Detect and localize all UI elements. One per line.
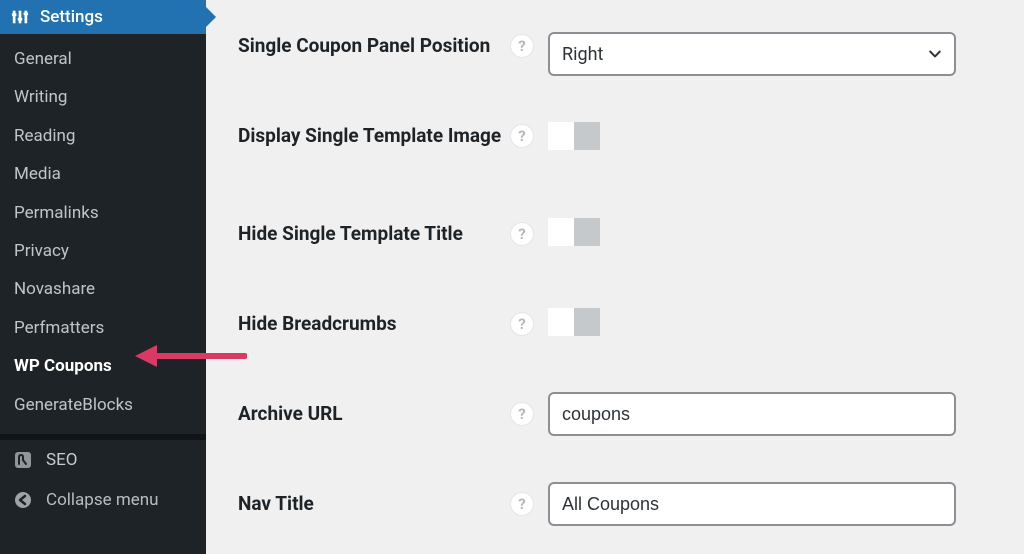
select-value: Right	[562, 44, 603, 65]
single-image-toggle[interactable]	[548, 122, 600, 150]
setting-label: Archive URL	[238, 402, 510, 426]
chevron-down-icon	[926, 45, 944, 63]
sidebar-submenu: General Writing Reading Media Permalinks…	[0, 34, 206, 434]
sidebar-header-label: Settings	[40, 7, 103, 27]
setting-label: Hide Single Template Title	[238, 222, 510, 246]
settings-icon	[10, 7, 30, 27]
sidebar-item-privacy[interactable]: Privacy	[0, 232, 206, 270]
sidebar-item-permalinks[interactable]: Permalinks	[0, 194, 206, 232]
collapse-menu-label: Collapse menu	[46, 490, 159, 510]
sidebar-item-reading[interactable]: Reading	[0, 117, 206, 155]
archive-url-input[interactable]	[548, 392, 956, 436]
help-icon[interactable]: ?	[510, 124, 534, 148]
sidebar-item-writing[interactable]: Writing	[0, 78, 206, 116]
seo-icon	[12, 449, 34, 471]
setting-label: Nav Title	[238, 492, 510, 516]
nav-title-input[interactable]	[548, 482, 956, 526]
sidebar-item-wp-coupons[interactable]: WP Coupons	[0, 347, 206, 385]
hide-breadcrumbs-toggle[interactable]	[548, 308, 600, 336]
help-icon[interactable]: ?	[510, 492, 534, 516]
sidebar-item-general[interactable]: General	[0, 40, 206, 78]
panel-position-select[interactable]: Right	[548, 32, 956, 76]
sidebar-item-novashare[interactable]: Novashare	[0, 270, 206, 308]
setting-row-nav-title: Nav Title ?	[238, 482, 980, 526]
collapse-icon	[12, 489, 34, 511]
setting-row-hide-breadcrumbs: Hide Breadcrumbs ?	[238, 302, 980, 346]
settings-form: Single Coupon Panel Position ? Right Dis…	[206, 0, 1024, 554]
sidebar-item-media[interactable]: Media	[0, 155, 206, 193]
sidebar-item-seo-label: SEO	[46, 450, 77, 470]
setting-row-hide-title: Hide Single Template Title ?	[238, 212, 980, 256]
sidebar-item-seo[interactable]: SEO	[0, 440, 206, 480]
setting-label: Display Single Template Image	[238, 122, 510, 148]
sidebar-item-generateblocks[interactable]: GenerateBlocks	[0, 386, 206, 424]
help-icon[interactable]: ?	[510, 34, 534, 58]
sidebar-item-perfmatters[interactable]: Perfmatters	[0, 309, 206, 347]
setting-row-single-image: Display Single Template Image ?	[238, 122, 980, 166]
sidebar-header-settings[interactable]: Settings	[0, 0, 206, 34]
collapse-menu[interactable]: Collapse menu	[0, 480, 206, 520]
help-icon[interactable]: ?	[510, 402, 534, 426]
help-icon[interactable]: ?	[510, 312, 534, 336]
hide-title-toggle[interactable]	[548, 218, 600, 246]
setting-label: Hide Breadcrumbs	[238, 312, 510, 336]
admin-sidebar: Settings General Writing Reading Media P…	[0, 0, 206, 554]
setting-row-archive-url: Archive URL ?	[238, 392, 980, 436]
setting-row-panel-position: Single Coupon Panel Position ? Right	[238, 32, 980, 76]
setting-label: Single Coupon Panel Position	[238, 32, 510, 58]
help-icon[interactable]: ?	[510, 222, 534, 246]
